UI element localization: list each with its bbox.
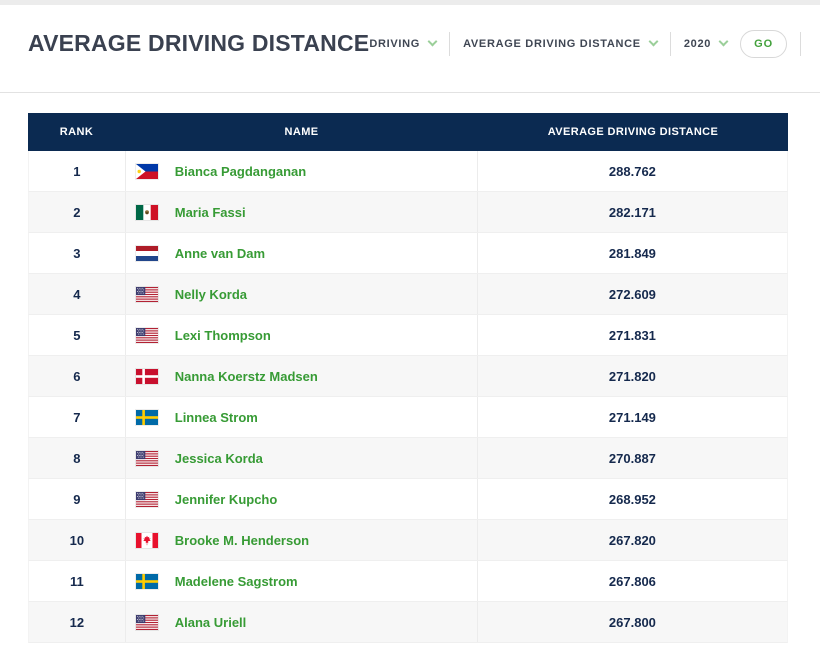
table-row: 1 Bianca Pagdanganan 288.762 <box>28 151 788 192</box>
chevron-down-icon <box>427 36 438 46</box>
toolbar-divider <box>800 31 802 56</box>
value-cell: 267.800 <box>608 614 656 630</box>
player-name-link[interactable]: Alana Uriell <box>175 615 247 630</box>
table-row: 10 Brooke M. Henderson 267.820 <box>28 520 788 561</box>
value-cell: 272.609 <box>608 286 656 302</box>
rank-cell: 4 <box>29 274 126 314</box>
name-cell: Madelene Sagstrom <box>126 561 478 601</box>
player-name-link[interactable]: Nanna Koerstz Madsen <box>175 369 318 384</box>
year-dropdown-label: 2020 <box>683 37 712 50</box>
flag-den-icon <box>135 368 158 384</box>
name-cell: Bianca Pagdanganan <box>126 151 478 191</box>
name-cell: Linnea Strom <box>126 397 478 437</box>
stats-filter-toolbar: DRIVING AVERAGE DRIVING DISTANCE 2020 GO <box>369 29 802 58</box>
flag-usa-icon <box>135 614 158 630</box>
column-header-value: AVERAGE DRIVING DISTANCE <box>547 126 719 138</box>
player-name-link[interactable]: Lexi Thompson <box>175 328 271 343</box>
table-header-row: RANK NAME AVERAGE DRIVING DISTANCE <box>28 113 788 151</box>
chevron-down-icon <box>648 36 659 46</box>
table-row: 9 Jennifer Kupcho 268.952 <box>28 479 788 520</box>
table-row: 11 Madelene Sagstrom 267.806 <box>28 561 788 602</box>
toolbar-divider <box>669 31 671 56</box>
player-name-link[interactable]: Brooke M. Henderson <box>175 533 309 548</box>
go-button[interactable]: GO <box>740 29 788 58</box>
value-cell: 281.849 <box>608 245 656 261</box>
value-cell: 268.952 <box>608 491 656 507</box>
stat-dropdown-label: AVERAGE DRIVING DISTANCE <box>463 37 641 50</box>
category-dropdown-label: DRIVING <box>369 37 421 50</box>
table-row: 3 Anne van Dam 281.849 <box>28 233 788 274</box>
name-cell: Jessica Korda <box>126 438 478 478</box>
player-name-link[interactable]: Nelly Korda <box>175 287 247 302</box>
player-name-link[interactable]: Anne van Dam <box>175 246 265 261</box>
flag-usa-icon <box>135 327 158 343</box>
flag-mex-icon <box>135 204 158 220</box>
value-cell: 271.149 <box>608 409 656 425</box>
value-cell: 271.831 <box>608 327 656 343</box>
flag-usa-icon <box>135 491 158 507</box>
table-row: 8 Jessica Korda 270.887 <box>28 438 788 479</box>
rank-cell: 5 <box>29 315 126 355</box>
value-cell: 267.806 <box>608 573 656 589</box>
rank-cell: 11 <box>29 561 126 601</box>
player-name-link[interactable]: Bianca Pagdanganan <box>175 164 306 179</box>
player-name-link[interactable]: Linnea Strom <box>175 410 258 425</box>
chevron-down-icon <box>718 36 729 46</box>
toolbar-divider <box>449 31 451 56</box>
page-title: AVERAGE DRIVING DISTANCE <box>28 30 370 56</box>
rank-cell: 2 <box>29 192 126 232</box>
rank-cell: 9 <box>29 479 126 519</box>
flag-swe-icon <box>135 409 158 425</box>
rank-cell: 3 <box>29 233 126 273</box>
flag-swe-icon <box>135 573 158 589</box>
table-row: 2 Maria Fassi 282.171 <box>28 192 788 233</box>
name-cell: Jennifer Kupcho <box>126 479 478 519</box>
flag-usa-icon <box>135 286 158 302</box>
rank-cell: 10 <box>29 520 126 560</box>
flag-usa-icon <box>135 450 158 466</box>
name-cell: Maria Fassi <box>126 192 478 232</box>
stat-dropdown[interactable]: AVERAGE DRIVING DISTANCE <box>463 36 659 50</box>
name-cell: Brooke M. Henderson <box>126 520 478 560</box>
player-name-link[interactable]: Jennifer Kupcho <box>175 492 278 507</box>
value-cell: 270.887 <box>608 450 656 466</box>
rank-cell: 12 <box>29 602 126 642</box>
rank-cell: 1 <box>29 151 126 191</box>
value-cell: 288.762 <box>608 163 656 179</box>
year-dropdown[interactable]: 2020 <box>683 36 729 50</box>
flag-phi-icon <box>135 163 158 179</box>
category-dropdown[interactable]: DRIVING <box>369 36 438 50</box>
column-header-name: NAME <box>284 126 319 138</box>
value-cell: 271.820 <box>608 368 656 384</box>
name-cell: Nelly Korda <box>126 274 478 314</box>
flag-can-icon <box>135 532 158 548</box>
table-row: 6 Nanna Koerstz Madsen 271.820 <box>28 356 788 397</box>
table-row: 12 Alana Uriell 267.800 <box>28 602 788 643</box>
flag-ned-icon <box>135 245 158 261</box>
column-header-rank: RANK <box>59 126 94 138</box>
table-body: 1 Bianca Pagdanganan 288.762 2 Maria Fas… <box>28 151 788 643</box>
name-cell: Alana Uriell <box>126 602 478 642</box>
table-row: 5 Lexi Thompson 271.831 <box>28 315 788 356</box>
rank-cell: 7 <box>29 397 126 437</box>
name-cell: Lexi Thompson <box>126 315 478 355</box>
name-cell: Anne van Dam <box>126 233 478 273</box>
rank-cell: 8 <box>29 438 126 478</box>
player-name-link[interactable]: Jessica Korda <box>175 451 263 466</box>
player-name-link[interactable]: Madelene Sagstrom <box>175 574 298 589</box>
value-cell: 282.171 <box>608 204 656 220</box>
stats-table: RANK NAME AVERAGE DRIVING DISTANCE 1 Bia… <box>28 113 788 643</box>
table-row: 7 Linnea Strom 271.149 <box>28 397 788 438</box>
player-name-link[interactable]: Maria Fassi <box>175 205 246 220</box>
page-header: AVERAGE DRIVING DISTANCE DRIVING AVERAGE… <box>0 5 820 93</box>
name-cell: Nanna Koerstz Madsen <box>126 356 478 396</box>
table-row: 4 Nelly Korda 272.609 <box>28 274 788 315</box>
value-cell: 267.820 <box>608 532 656 548</box>
rank-cell: 6 <box>29 356 126 396</box>
